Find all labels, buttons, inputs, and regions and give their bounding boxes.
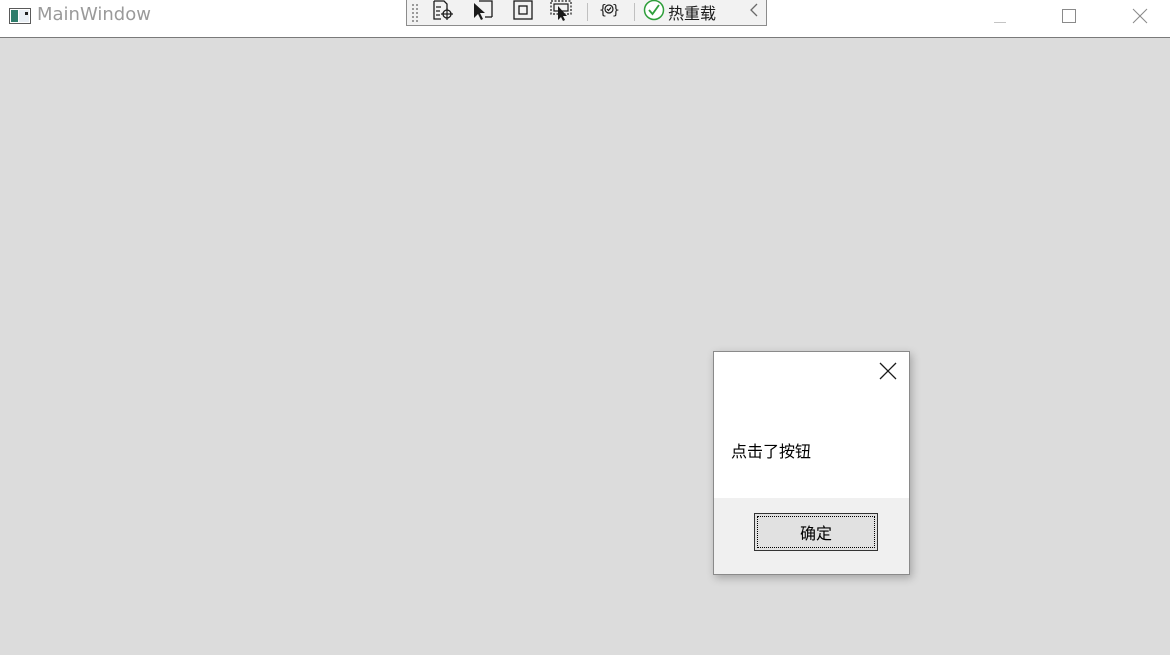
go-to-live-visual-tree-icon — [431, 0, 455, 25]
title-bar[interactable]: MainWindow {} 热重载 — [0, 0, 1170, 38]
track-focused-element-icon — [549, 0, 575, 25]
go-to-live-visual-tree-button[interactable] — [429, 0, 457, 24]
dialog-close-button[interactable] — [877, 362, 899, 384]
select-element-button[interactable] — [469, 0, 497, 24]
dialog-footer: 确定 — [714, 498, 909, 574]
display-layout-adorners-icon — [512, 0, 534, 25]
minimize-button[interactable] — [977, 0, 1023, 32]
toolbar-grip[interactable] — [411, 2, 419, 24]
check-circle-icon — [643, 0, 665, 25]
hot-reload-button[interactable]: 热重载 — [643, 0, 716, 24]
close-icon — [879, 362, 897, 384]
window-title: MainWindow — [37, 4, 151, 25]
hot-reload-label: 热重载 — [668, 4, 717, 23]
dialog-message: 点击了按钮 — [731, 442, 812, 461]
ok-button-label: 确定 — [757, 516, 875, 548]
chevron-left-icon — [749, 2, 759, 22]
toolbar-separator — [587, 3, 588, 21]
maximize-button[interactable] — [1046, 0, 1092, 32]
main-window: MainWindow {} 热重载 点击了按钮 确定 — [0, 0, 1170, 655]
close-window-button[interactable] — [1117, 0, 1163, 32]
message-box-dialog: 点击了按钮 确定 — [713, 351, 910, 575]
binding-failures-button[interactable]: { } — [595, 0, 623, 24]
display-layout-adorners-button[interactable] — [509, 0, 537, 24]
maximize-icon — [1061, 8, 1077, 24]
binding-failures-icon: { } — [598, 0, 620, 25]
app-window-icon — [9, 8, 31, 24]
toolbar-separator — [634, 3, 635, 21]
select-element-icon — [471, 0, 495, 25]
close-icon — [1132, 8, 1148, 24]
debug-toolbar: { } 热重载 — [406, 0, 767, 26]
collapse-toolbar-button[interactable] — [745, 0, 763, 24]
track-focused-element-button[interactable] — [547, 0, 577, 24]
minimize-icon — [993, 9, 1007, 23]
ok-button[interactable]: 确定 — [754, 513, 878, 551]
